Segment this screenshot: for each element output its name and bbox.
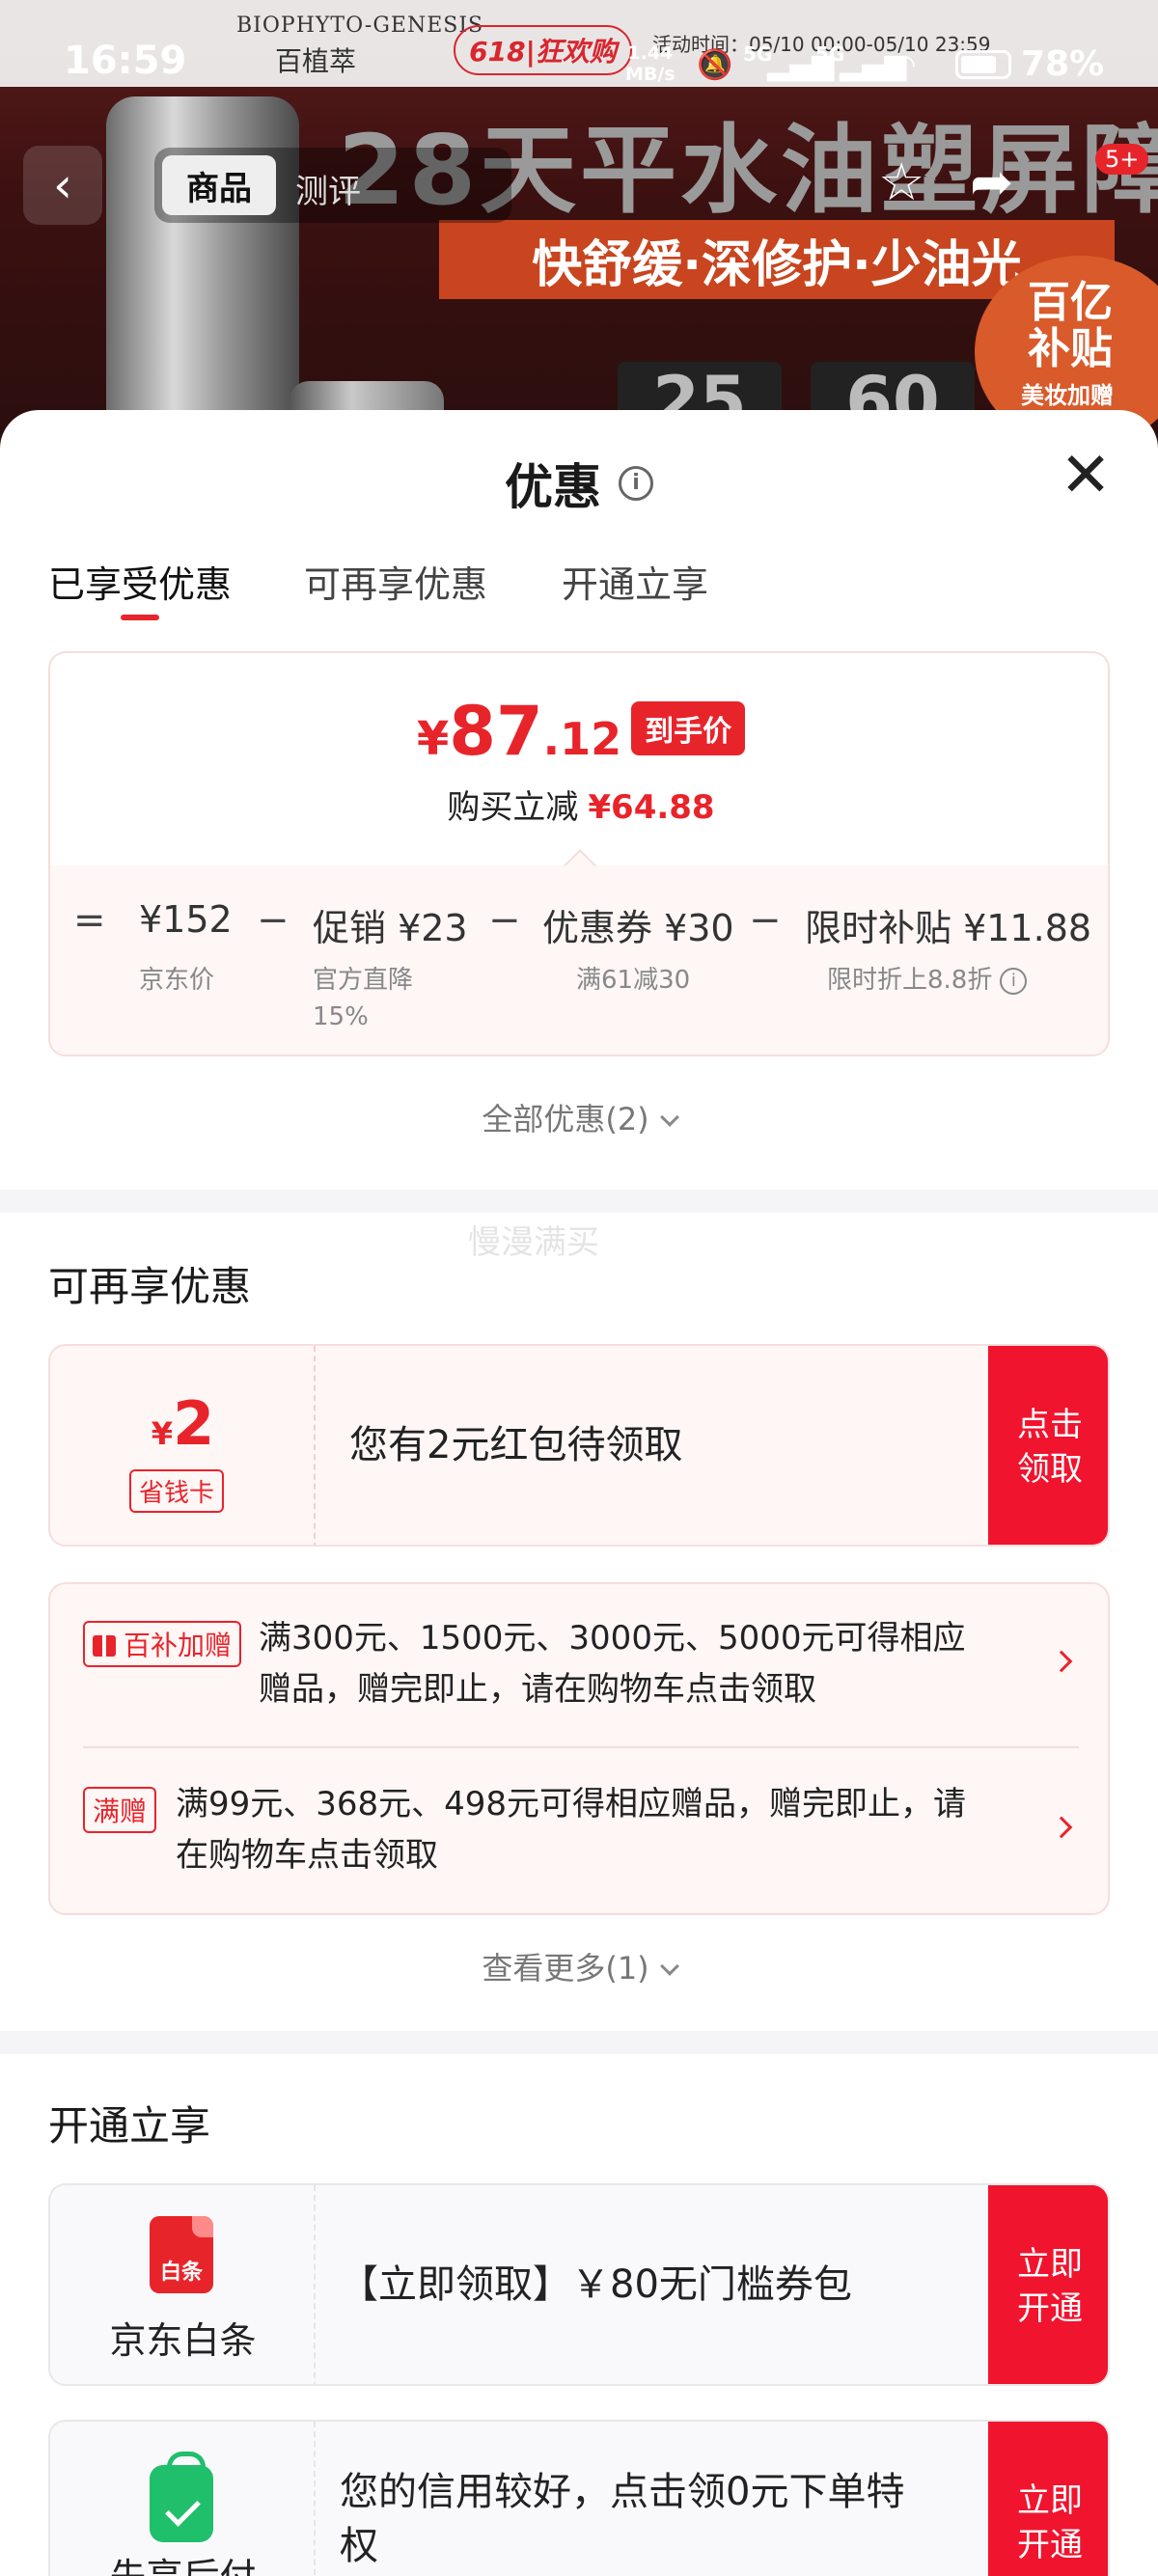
subsidy-discount-label-text: 限时折上8.8折 — [827, 966, 993, 995]
battery-percent: 78% — [1021, 44, 1105, 84]
battery-icon — [955, 50, 1011, 79]
subsidy-badge-sub: 美妆加赠 — [1021, 382, 1114, 409]
jd-baitiao-name: 京东白条 — [109, 2319, 257, 2362]
minus-sign: − — [749, 898, 782, 943]
red-packet-currency: ¥ — [151, 1415, 174, 1452]
price-reduction-amount: ¥64.88 — [588, 788, 715, 827]
chevron-down-icon — [659, 1108, 679, 1127]
section-divider — [0, 2031, 1158, 2054]
promo-discount: 促销 ¥23 — [313, 907, 468, 949]
shopping-bag-check-icon — [150, 2452, 213, 2542]
minus-sign: − — [257, 898, 290, 943]
tab-review[interactable]: 测评 — [295, 165, 361, 212]
watermark: 慢漫满买 — [468, 1223, 599, 1262]
coupon-discount: 优惠券 ¥30 — [542, 907, 734, 949]
chevron-right-icon — [1050, 1650, 1073, 1673]
close-button[interactable]: ✕ — [1057, 445, 1115, 507]
price-integer: 87 — [449, 692, 543, 771]
price-reduction-label: 购买立减 — [447, 788, 579, 827]
open-pay-later-button[interactable]: 立即 开通 — [988, 2422, 1108, 2576]
gift-separator — [83, 1746, 1079, 1748]
wifi-icon: ◠ — [893, 48, 916, 82]
jd-price: ¥152 — [139, 898, 233, 941]
back-button[interactable]: ‹ — [23, 146, 102, 225]
final-price-tag: 到手价 — [631, 701, 746, 755]
minus-sign: − — [488, 898, 521, 943]
active-tab-indicator — [121, 615, 159, 620]
final-price-card: ¥87.12 到手价 购买立减 ¥64.88 = ¥152 − 促销 ¥23 − 优… — [48, 651, 1110, 1056]
gift-label-subsidy-text: 百补加赠 — [124, 1630, 233, 1661]
jd-baitiao-left: 白条 京东白条 — [50, 2185, 316, 2384]
jd-baitiao-logo-icon: 白条 — [150, 2216, 213, 2293]
price-breakdown: = ¥152 − 促销 ¥23 − 优惠券 ¥30 − 限时补贴 ¥11.88 … — [50, 865, 1108, 1055]
red-packet-desc: 您有2元红包待领取 — [349, 1423, 683, 1467]
red-packet-left: ¥2 省钱卡 — [50, 1346, 316, 1545]
price-decimal: .12 — [542, 713, 622, 765]
tab-product[interactable]: 商品 — [162, 155, 276, 215]
final-price: ¥87.12 到手价 — [50, 692, 1108, 771]
equals-sign: = — [73, 898, 106, 943]
page-tabs: 商品 测评 — [154, 148, 511, 223]
favorite-star-icon[interactable]: ☆ — [878, 151, 924, 212]
info-icon[interactable]: i — [1000, 967, 1028, 995]
gift-icon — [93, 1635, 116, 1657]
jd-price-label: 京东价 — [139, 966, 215, 995]
status-bar: 16:59 1.44 MB/s 🔕 5G ▂▄▆ 5G ▂▄▆ ◠ 78% — [0, 0, 1158, 87]
more-badge[interactable]: 5+ — [1095, 144, 1149, 175]
final-price-top: ¥87.12 到手价 购买立减 ¥64.88 — [50, 653, 1108, 865]
section-divider — [0, 1190, 1158, 1213]
tab-enjoyed[interactable]: 已享受优惠 — [48, 555, 232, 608]
chevron-left-icon: ‹ — [53, 157, 72, 213]
section-title-open: 开通立享 — [48, 2102, 211, 2150]
subsidy-badge-title: 百亿补贴 — [1028, 278, 1113, 373]
promo-discount-label: 官方直降 15% — [313, 966, 414, 1031]
pay-later-card: 先享后付 您的信用较好，点击领0元下单特 权 立即 开通 — [48, 2420, 1110, 2576]
gift-text-subsidy: 满300元、1500元、3000元、5000元可得相应 赠品，赠完即止，请在购物… — [259, 1619, 966, 1709]
see-more-toggle[interactable]: 查看更多(1) — [0, 1944, 1158, 1988]
red-packet-card: ¥2 省钱卡 您有2元红包待领取 点击 领取 — [48, 1344, 1110, 1547]
net-speed: 1.44 MB/s — [625, 42, 676, 85]
all-promos-toggle[interactable]: 全部优惠(2) — [0, 1095, 1158, 1139]
product-page-nav: ‹ 商品 测评 ☆ ➦ 5+ — [0, 140, 1158, 227]
close-icon: ✕ — [1060, 440, 1112, 511]
subsidy-discount-label: 限时折上8.8折 i — [827, 962, 1028, 999]
promotions-sheet: 优惠 i ✕ 已享受优惠 可再享优惠 开通立享 ¥87.12 到手价 购买立减 ¥64… — [0, 410, 1158, 2576]
status-time: 16:59 — [64, 39, 187, 83]
net-speed-unit: MB/s — [625, 64, 676, 85]
open-baitiao-button[interactable]: 立即 开通 — [988, 2185, 1108, 2384]
jd-baitiao-card: 白条 京东白条 【立即领取】￥80无门槛券包 立即 开通 — [48, 2183, 1110, 2386]
see-more-label: 查看更多(1) — [482, 1950, 649, 1987]
price-reduction: 购买立减 ¥64.88 — [50, 781, 1108, 828]
gift-label-subsidy: 百补加赠 — [83, 1621, 242, 1667]
info-icon[interactable]: i — [619, 466, 653, 501]
section-title-more: 可再享优惠 — [48, 1263, 252, 1310]
red-packet-amount: ¥2 — [50, 1388, 316, 1459]
sheet-title: 优惠 i — [0, 449, 1158, 518]
mute-icon: 🔕 — [697, 48, 733, 82]
pay-later-left: 先享后付 — [50, 2422, 316, 2576]
claim-button[interactable]: 点击 领取 — [988, 1346, 1108, 1545]
chevron-right-icon — [1050, 1816, 1073, 1839]
share-icon[interactable]: ➦ — [970, 151, 1013, 212]
coupon-discount-label: 满61减30 — [576, 966, 691, 995]
all-promos-label: 全部优惠(2) — [482, 1101, 649, 1137]
pay-later-desc: 您的信用较好，点击领0元下单特 权 — [340, 2470, 905, 2568]
chevron-down-icon — [659, 1957, 679, 1976]
gift-label-full: 满赠 — [83, 1787, 157, 1833]
net-speed-value: 1.44 — [627, 42, 674, 64]
gift-promos-card: 百补加赠 满300元、1500元、3000元、5000元可得相应 赠品，赠完即止… — [48, 1582, 1110, 1915]
jd-baitiao-desc: 【立即领取】￥80无门槛券包 — [340, 2262, 852, 2307]
tab-more-available[interactable]: 可再享优惠 — [304, 555, 487, 608]
sheet-title-text: 优惠 — [505, 459, 601, 515]
gift-text-full: 满99元、368元、498元可得相应赠品，赠完即止，请 在购物车点击领取 — [176, 1785, 967, 1875]
price-breakdown-row: = ¥152 − 促销 ¥23 − 优惠券 ¥30 − 限时补贴 ¥11.88 — [50, 894, 1108, 952]
red-packet-value: 2 — [173, 1388, 215, 1459]
jd-baitiao-logo-text: 白条 — [159, 2261, 203, 2285]
price-currency: ¥ — [416, 712, 450, 766]
saving-card-badge: 省钱卡 — [129, 1469, 225, 1513]
subsidy-discount: 限时补贴 ¥11.88 — [805, 907, 1092, 949]
tab-open-now[interactable]: 开通立享 — [562, 555, 708, 608]
pay-later-name: 先享后付 — [50, 2547, 316, 2576]
